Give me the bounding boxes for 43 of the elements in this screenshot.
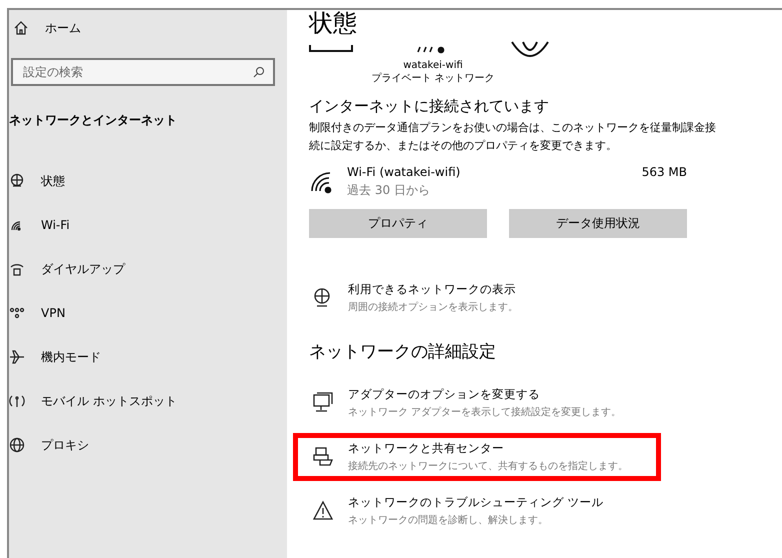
nav-item[interactable]: モバイル ホットスポット xyxy=(9,379,287,423)
section-heading: ネットワークの詳細設定 xyxy=(309,341,497,363)
setting-description: ネットワークの問題を診断し、解決します。 xyxy=(348,514,549,527)
action-button[interactable]: データ使用状況 xyxy=(509,209,687,238)
setting-description: ネットワーク アダプターを表示して接続設定を変更します。 xyxy=(348,406,622,419)
setting-link-title[interactable]: ネットワークと共有センター xyxy=(348,441,628,456)
home-icon[interactable] xyxy=(13,20,29,36)
setting-entry[interactable]: ネットワークと共有センター 接続先のネットワークについて、共有するものを指定します。 xyxy=(293,433,661,481)
warning-icon xyxy=(312,500,334,522)
action-button[interactable]: プロパティ xyxy=(309,209,487,238)
monitor-icon xyxy=(312,392,334,414)
network-usage-name: Wi-Fi (watakei-wifi) xyxy=(347,165,462,179)
setting-entry[interactable]: アダプターのオプションを変更する ネットワーク アダプターを表示して接続設定を変更します。 xyxy=(293,379,661,427)
setting-entry[interactable]: ネットワークのトラブルシューティング ツール ネットワークの問題を診断し、解決します。 xyxy=(293,487,661,535)
setting-description: 周囲の接続オプションを表示します。 xyxy=(348,300,518,314)
home-link[interactable]: ホーム xyxy=(45,20,81,36)
phone-icon xyxy=(9,261,25,277)
page-title: 状態 xyxy=(309,10,358,36)
category-heading: ネットワークとインターネット xyxy=(9,112,178,129)
antenna-icon xyxy=(9,393,25,409)
search-icon xyxy=(253,66,265,78)
folder-computer-icon xyxy=(312,446,334,468)
network-type: プライベート ネットワーク xyxy=(371,72,495,85)
connection-heading: インターネットに接続されています xyxy=(309,97,550,116)
usage-period: 過去 30 日から xyxy=(347,182,431,199)
setting-link-title[interactable]: ネットワークのトラブルシューティング ツール xyxy=(348,495,604,510)
search-field[interactable]: 設定の検索 xyxy=(11,58,275,86)
nav-item[interactable]: Wi-Fi xyxy=(9,203,287,247)
nav-item[interactable]: 機内モード xyxy=(9,335,287,379)
setting-description: 接続先のネットワークについて、共有するものを指定します。 xyxy=(348,460,628,473)
vpn-icon xyxy=(9,305,25,321)
setting-link-title[interactable]: 利用できるネットワークの表示 xyxy=(348,282,518,297)
nav-item[interactable]: VPN xyxy=(9,291,287,335)
connection-description: 制限付きのデータ通信プランをお使いの場合は、このネットワークを従量制課金接続に設定するか、またはその他のプロパティを変更できます。 xyxy=(309,120,717,154)
nav-item[interactable]: 状態 xyxy=(9,159,287,203)
usage-amount: 563 MB xyxy=(642,165,687,179)
nav-item[interactable]: プロキシ xyxy=(9,423,287,467)
network-name: watakei-wifi xyxy=(403,60,463,71)
setting-entry[interactable]: 利用できるネットワークの表示 周囲の接続オプションを表示します。 xyxy=(293,274,661,322)
airplane-icon xyxy=(9,349,25,365)
setting-link-title[interactable]: アダプターのオプションを変更する xyxy=(348,387,622,402)
globe-monitor-icon xyxy=(9,173,25,189)
nav-item[interactable]: ダイヤルアップ xyxy=(9,247,287,291)
